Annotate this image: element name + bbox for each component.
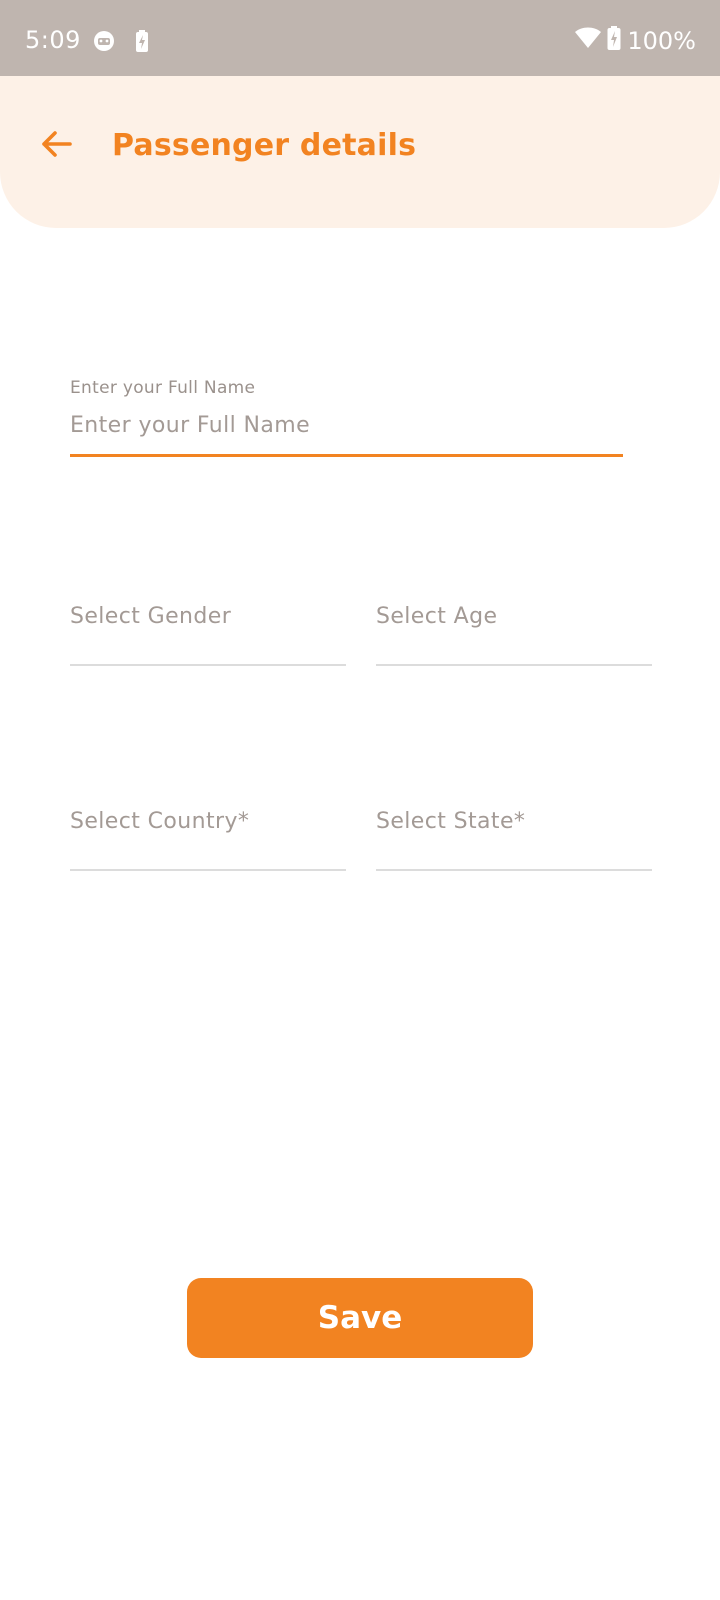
status-time: 5:09 bbox=[25, 26, 81, 54]
full-name-underline bbox=[70, 454, 623, 457]
notification-bug-icon bbox=[92, 30, 116, 56]
battery-percentage: 100% bbox=[627, 27, 696, 55]
country-dropdown[interactable]: Select Country* bbox=[70, 809, 346, 871]
gender-underline bbox=[70, 664, 346, 666]
state-dropdown[interactable]: Select State* bbox=[376, 809, 652, 871]
save-button[interactable]: Save bbox=[187, 1278, 533, 1358]
full-name-input[interactable] bbox=[70, 408, 623, 442]
battery-charging-icon bbox=[607, 26, 621, 56]
battery-saver-icon bbox=[135, 30, 149, 56]
state-underline bbox=[376, 869, 652, 871]
state-placeholder: Select State* bbox=[376, 809, 526, 834]
arrow-left-icon bbox=[40, 130, 72, 162]
wifi-icon bbox=[575, 27, 602, 55]
full-name-field: Enter your Full Name bbox=[70, 378, 623, 457]
country-placeholder: Select Country* bbox=[70, 809, 250, 834]
age-dropdown[interactable]: Select Age bbox=[376, 604, 652, 666]
status-bar: 5:09 100% bbox=[0, 0, 720, 76]
gender-placeholder: Select Gender bbox=[70, 604, 232, 629]
back-button[interactable] bbox=[34, 124, 78, 168]
age-placeholder: Select Age bbox=[376, 604, 498, 629]
full-name-label: Enter your Full Name bbox=[70, 378, 256, 398]
age-underline bbox=[376, 664, 652, 666]
page-title: Passenger details bbox=[112, 128, 417, 163]
status-right-group: 100% bbox=[575, 26, 696, 56]
gender-dropdown[interactable]: Select Gender bbox=[70, 604, 346, 666]
country-underline bbox=[70, 869, 346, 871]
app-header: Passenger details bbox=[0, 76, 720, 228]
passenger-details-screen: 5:09 100% Passenger details Enter your F… bbox=[0, 0, 720, 1600]
